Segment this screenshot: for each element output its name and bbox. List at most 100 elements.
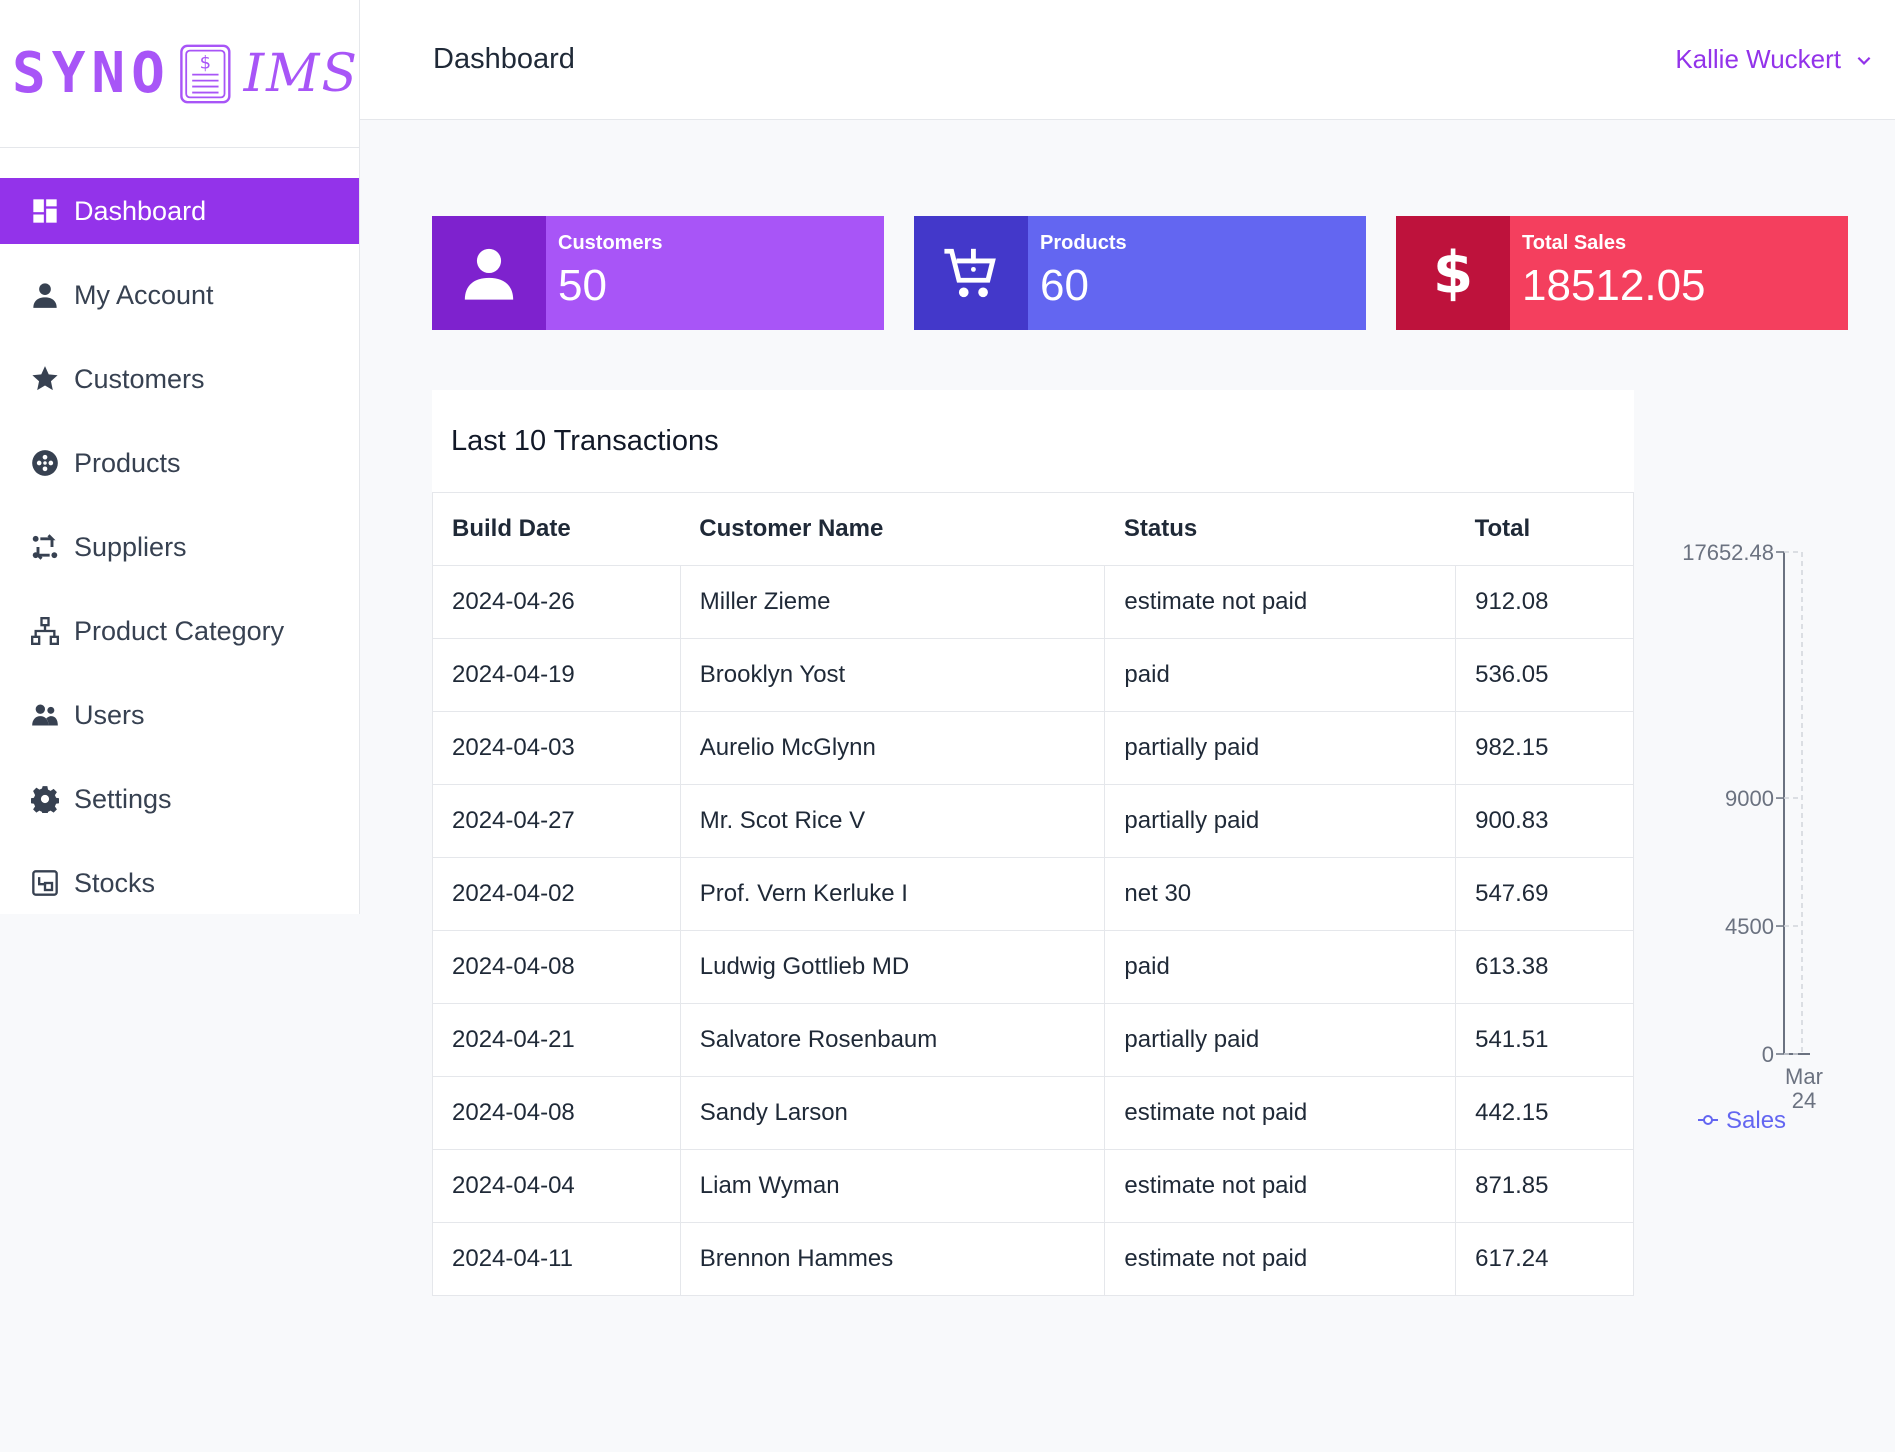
table-cell: 2024-04-26: [432, 565, 681, 639]
sales-chart: 17652.48 9000 4500 0 Mar 24 Sales: [1660, 540, 1890, 1140]
user-name: Kallie Wuckert: [1675, 44, 1841, 74]
table-cell: 2024-04-03: [432, 711, 681, 785]
table-cell: 536.05: [1455, 638, 1634, 712]
table-cell: Brooklyn Yost: [680, 638, 1106, 712]
table-cell: paid: [1104, 638, 1457, 712]
logo-text-left: SYNO: [12, 41, 171, 106]
table-cell: 2024-04-04: [432, 1149, 681, 1223]
logo-text-right: IMS: [243, 43, 359, 104]
card-value: 60: [1040, 261, 1089, 310]
table-cell: partially paid: [1104, 1003, 1457, 1077]
table-row[interactable]: 2024-04-02 Prof. Vern Kerluke Inet 30 547.…: [432, 857, 1634, 931]
card-label: Total Sales: [1522, 232, 1627, 254]
table-cell: estimate not paid: [1104, 1222, 1457, 1296]
app-root: SYNO $ IMS Dashboard My Account Customer…: [0, 0, 1895, 1452]
table-cell: 2024-04-21: [432, 1003, 681, 1077]
card-value: 50: [558, 261, 607, 310]
table-cell: 2024-04-19: [432, 638, 681, 712]
legend-marker: [1703, 1115, 1713, 1125]
cart-icon: [914, 216, 1028, 330]
top-header: Dashboard Kallie Wuckert: [360, 0, 1895, 120]
table-cell: 2024-04-11: [432, 1222, 681, 1296]
table-row[interactable]: 2024-04-11 Brennon Hammes estimate not pai…: [432, 1222, 1634, 1296]
transactions-panel: Last 10 Transactions Build Date Customer …: [432, 390, 1634, 1296]
column-header: Status: [1104, 492, 1456, 566]
products-icon: [30, 448, 60, 478]
table-cell: 2024-04-02: [432, 857, 681, 931]
table-cell: 442.15: [1455, 1076, 1634, 1150]
table-row[interactable]: 2024-04-21 Salvatore Rosenbaum partially p…: [432, 1003, 1634, 1077]
dashboard-icon: [30, 196, 60, 226]
table-row[interactable]: 2024-04-04 Liam Wyman estimate not paid 871…: [432, 1149, 1634, 1223]
transactions-title: Last 10 Transactions: [451, 424, 719, 457]
products-card-body: Products 60: [1028, 216, 1366, 330]
table-row[interactable]: 2024-04-19 Brooklyn Yost paid 536.05: [432, 638, 1634, 712]
table-row[interactable]: 2024-04-08 Sandy Larson estimate not paid 4…: [432, 1076, 1634, 1150]
column-header: Customer Name: [680, 492, 1105, 566]
legend-label: Sales: [1726, 1107, 1786, 1134]
sidebar-item-label: Dashboard: [74, 195, 207, 226]
table-row[interactable]: 2024-04-26 Miller Zieme estimate not paid 9…: [432, 565, 1634, 639]
table-header-row: Build Date Customer Name Status Total: [432, 492, 1634, 566]
transactions-table-body: 2024-04-26 Miller Zieme estimate not paid 9…: [432, 565, 1634, 1296]
sidebar-item-suppliers[interactable]: Suppliers: [0, 514, 359, 580]
table-cell: 613.38: [1455, 930, 1634, 1004]
table-cell: Mr. Scot Rice V: [680, 784, 1106, 858]
svg-text:$: $: [1433, 244, 1473, 302]
chevron-down-icon: [1857, 56, 1871, 65]
sidebar-item-label: Users: [74, 699, 145, 730]
table-cell: estimate not paid: [1104, 1149, 1457, 1223]
table-cell: 900.83: [1455, 784, 1634, 858]
user-icon: [30, 280, 60, 310]
table-cell: Prof. Vern Kerluke I: [680, 857, 1106, 931]
y-tick-label: 17652.48: [1682, 540, 1774, 565]
table-cell: Liam Wyman: [680, 1149, 1106, 1223]
table-cell: 2024-04-08: [432, 930, 681, 1004]
card-value: 18512.05: [1522, 261, 1706, 310]
suppliers-icon: [30, 532, 60, 562]
sitemap-icon: [30, 616, 60, 646]
sidebar-item-label: Stocks: [74, 867, 156, 898]
x-tick-label: Mar 24: [1785, 1064, 1823, 1113]
table-cell: partially paid: [1104, 711, 1457, 785]
card-label: Products: [1040, 232, 1127, 254]
table-cell: partially paid: [1104, 784, 1457, 858]
logo[interactable]: SYNO $ IMS: [0, 0, 359, 148]
sidebar-item-users[interactable]: Users: [0, 682, 359, 748]
table-cell: 547.69: [1455, 857, 1634, 931]
table-cell: paid: [1104, 930, 1457, 1004]
table-cell: 2024-04-27: [432, 784, 681, 858]
invoice-logo-icon: $: [180, 44, 231, 103]
sidebar-item-product-category[interactable]: Product Category: [0, 598, 359, 664]
table-row[interactable]: 2024-04-03 Aurelio McGlynn partially paid 9…: [432, 711, 1634, 785]
sidebar-item-settings[interactable]: Settings: [0, 766, 359, 832]
table-row[interactable]: 2024-04-08 Ludwig Gottlieb MD paid 613.38: [432, 930, 1634, 1004]
table-row[interactable]: 2024-04-27 Mr. Scot Rice Vpartially paid 9…: [432, 784, 1634, 858]
sidebar-item-customers[interactable]: Customers: [0, 346, 359, 412]
y-tick-label: 4500: [1725, 914, 1774, 939]
table-cell: Sandy Larson: [680, 1076, 1106, 1150]
sidebar-item-dashboard[interactable]: Dashboard: [0, 178, 359, 244]
stocks-icon: [30, 868, 60, 898]
table-cell: 2024-04-08: [432, 1076, 681, 1150]
sidebar-item-label: Product Category: [74, 615, 285, 646]
users-icon: [30, 700, 60, 730]
dollar-icon: $: [1396, 216, 1510, 330]
table-cell: 541.51: [1455, 1003, 1634, 1077]
customers-card-body: Customers 50: [546, 216, 884, 330]
user-menu[interactable]: Kallie Wuckert: [1675, 44, 1873, 75]
sidebar-item-label: Suppliers: [74, 531, 187, 562]
table-cell: net 30: [1104, 857, 1457, 931]
sidebar-item-stocks[interactable]: Stocks: [0, 850, 359, 916]
column-header: Total: [1455, 492, 1634, 566]
card-label: Customers: [558, 232, 663, 254]
table-cell: Brennon Hammes: [680, 1222, 1106, 1296]
sidebar-item-my-account[interactable]: My Account: [0, 262, 359, 328]
y-tick-label: 0: [1762, 1042, 1774, 1067]
gear-icon: [30, 784, 60, 814]
table-cell: Ludwig Gottlieb MD: [680, 930, 1106, 1004]
sidebar-item-label: Products: [74, 447, 181, 478]
star-icon: [30, 364, 60, 394]
sidebar-item-products[interactable]: Products: [0, 430, 359, 496]
table-cell: estimate not paid: [1104, 565, 1457, 639]
